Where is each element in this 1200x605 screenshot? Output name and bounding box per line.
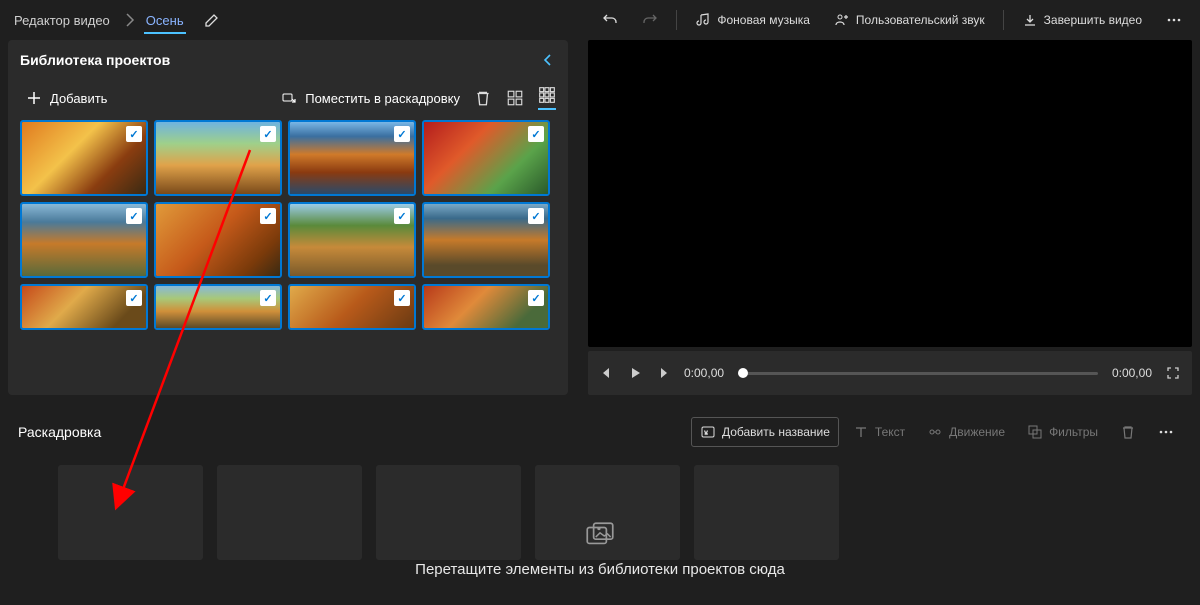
add-button[interactable]: Добавить (20, 86, 113, 110)
current-time: 0:00,00 (684, 366, 724, 380)
project-library-panel: Библиотека проектов Добавить Поместить в… (8, 40, 568, 395)
library-title: Библиотека проектов (20, 52, 170, 68)
bg-music-button[interactable]: Фоновая музыка (685, 6, 820, 34)
library-thumbnail[interactable]: ✓ (20, 202, 148, 278)
library-thumbnail[interactable]: ✓ (422, 284, 550, 330)
duration: 0:00,00 (1112, 366, 1152, 380)
add-title-card-button[interactable]: Добавить название (691, 417, 839, 447)
finish-video-label: Завершить видео (1044, 13, 1142, 27)
storyboard-panel: Раскадровка Добавить название Текст Движ… (0, 417, 1200, 560)
app-name[interactable]: Редактор видео (8, 13, 116, 28)
divider (676, 10, 677, 30)
grid-large-view-button[interactable] (506, 89, 524, 107)
main-row: Библиотека проектов Добавить Поместить в… (0, 40, 1200, 395)
more-button[interactable] (1156, 6, 1192, 34)
text-label: Текст (875, 425, 905, 439)
filters-label: Фильтры (1049, 425, 1098, 439)
check-icon: ✓ (394, 126, 410, 142)
pencil-icon[interactable] (190, 12, 234, 28)
library-thumbnail[interactable]: ✓ (20, 120, 148, 196)
project-name: Осень (144, 13, 186, 28)
check-icon: ✓ (394, 290, 410, 306)
check-icon: ✓ (126, 126, 142, 142)
check-icon: ✓ (260, 290, 276, 306)
motion-button[interactable]: Движение (919, 418, 1013, 446)
undo-button[interactable] (592, 6, 628, 34)
custom-audio-button[interactable]: Пользовательский звук (824, 6, 995, 34)
redo-button[interactable] (632, 6, 668, 34)
title-bar: Редактор видео Осень Фоновая музыка Поль… (0, 0, 1200, 40)
delete-button[interactable] (474, 89, 492, 107)
library-thumbnail[interactable]: ✓ (288, 120, 416, 196)
chevron-right-icon (120, 12, 140, 28)
check-icon: ✓ (528, 290, 544, 306)
storyboard-slots[interactable]: Перетащите элементы из библиотеки проект… (18, 465, 1182, 560)
storyboard-hint: Перетащите элементы из библиотеки проект… (18, 519, 1182, 578)
prev-frame-button[interactable] (600, 366, 614, 380)
preview-panel: 0:00,00 0:00,00 (588, 40, 1192, 395)
breadcrumb: Редактор видео Осень (8, 7, 234, 34)
check-icon: ✓ (126, 208, 142, 224)
collapse-chevron-icon[interactable] (540, 52, 556, 68)
place-label: Поместить в раскадровку (305, 91, 460, 106)
project-name-tab[interactable]: Осень (144, 7, 186, 34)
text-button[interactable]: Текст (845, 418, 913, 446)
place-in-storyboard-button[interactable]: Поместить в раскадровку (281, 90, 460, 106)
custom-audio-label: Пользовательский звук (856, 13, 985, 27)
check-icon: ✓ (528, 208, 544, 224)
storyboard-title: Раскадровка (18, 424, 101, 440)
check-icon: ✓ (260, 126, 276, 142)
divider (1003, 10, 1004, 30)
images-icon (583, 519, 617, 553)
seek-bar[interactable] (738, 372, 1098, 375)
add-label: Добавить (50, 91, 107, 106)
grid-small-view-button[interactable] (538, 86, 556, 110)
library-header: Библиотека проектов (20, 52, 556, 68)
library-thumbnail[interactable]: ✓ (422, 120, 550, 196)
next-frame-button[interactable] (656, 366, 670, 380)
library-thumbnail[interactable]: ✓ (288, 284, 416, 330)
check-icon: ✓ (126, 290, 142, 306)
check-icon: ✓ (394, 208, 410, 224)
player-controls: 0:00,00 0:00,00 (588, 351, 1192, 395)
check-icon: ✓ (260, 208, 276, 224)
fullscreen-button[interactable] (1166, 366, 1180, 380)
bg-music-label: Фоновая музыка (717, 13, 810, 27)
library-thumbnail[interactable]: ✓ (422, 202, 550, 278)
video-preview[interactable] (588, 40, 1192, 347)
filters-button[interactable]: Фильтры (1019, 418, 1106, 446)
storyboard-delete-button[interactable] (1112, 418, 1144, 446)
storyboard-toolbar: Добавить название Текст Движение Фильтры (691, 417, 1182, 447)
storyboard-more-button[interactable] (1150, 418, 1182, 446)
library-thumbnail[interactable]: ✓ (154, 120, 282, 196)
toolbar-right: Фоновая музыка Пользовательский звук Зав… (592, 6, 1192, 34)
play-button[interactable] (628, 366, 642, 380)
thumbnail-grid: ✓ ✓ ✓ ✓ ✓ ✓ ✓ ✓ ✓ ✓ ✓ ✓ (20, 120, 556, 330)
library-thumbnail[interactable]: ✓ (154, 284, 282, 330)
motion-label: Движение (949, 425, 1005, 439)
storyboard-hint-text: Перетащите элементы из библиотеки проект… (415, 561, 785, 578)
add-title-label: Добавить название (722, 425, 830, 439)
check-icon: ✓ (528, 126, 544, 142)
library-thumbnail[interactable]: ✓ (288, 202, 416, 278)
storyboard-header: Раскадровка Добавить название Текст Движ… (18, 417, 1182, 447)
library-thumbnail[interactable]: ✓ (154, 202, 282, 278)
finish-video-button[interactable]: Завершить видео (1012, 6, 1152, 34)
library-toolbar: Добавить Поместить в раскадровку (20, 86, 556, 110)
library-thumbnail[interactable]: ✓ (20, 284, 148, 330)
